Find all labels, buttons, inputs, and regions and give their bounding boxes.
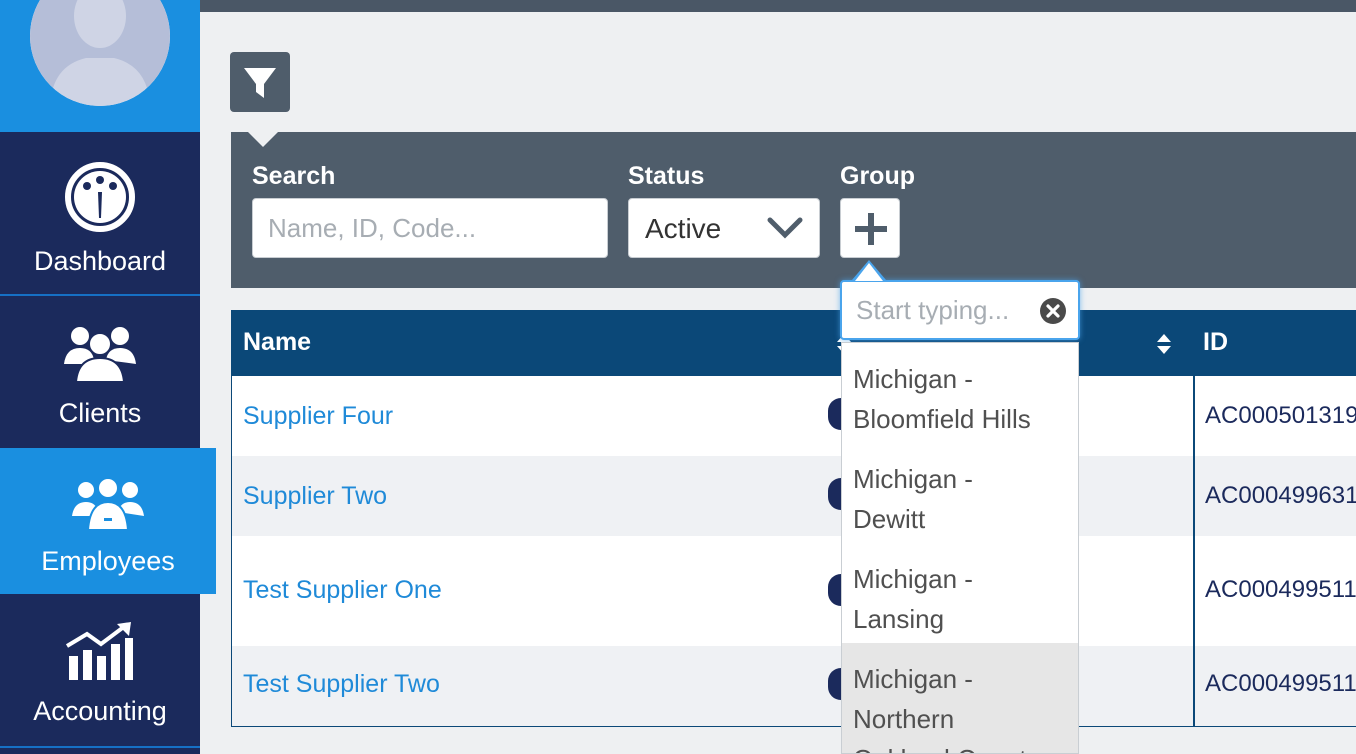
search-input[interactable] xyxy=(252,198,608,258)
group-option[interactable]: Michigan - Lansing xyxy=(842,543,1078,643)
add-group-button[interactable] xyxy=(840,198,900,258)
avatar[interactable] xyxy=(30,0,170,106)
group-label: Group xyxy=(840,162,915,190)
row-id: AC000499511 xyxy=(1205,576,1356,603)
user-silhouette-icon xyxy=(30,0,170,106)
table-row: Supplier Two AC000499631 xyxy=(232,456,1356,536)
option-line: Dewitt xyxy=(853,504,926,534)
table-header: Name ID xyxy=(232,310,1356,376)
group-option[interactable]: Michigan - Bloomfield Hills xyxy=(842,343,1078,443)
group-options-list: Michigan - Bloomfield Hills Michigan - D… xyxy=(841,342,1079,754)
option-line: Oakland County xyxy=(853,739,1078,753)
status-select[interactable]: Active xyxy=(628,198,820,258)
filter-toggle-button[interactable] xyxy=(230,52,290,112)
row-name-link[interactable]: Supplier Four xyxy=(243,402,393,431)
results-table: Name ID Supplier Four AC000501319 Suppli… xyxy=(231,310,1356,727)
row-id: AC000501319 xyxy=(1205,402,1356,429)
sidebar-item-clients[interactable]: Clients xyxy=(0,296,200,446)
funnel-icon xyxy=(244,68,276,98)
table-row: Supplier Four AC000501319 xyxy=(232,376,1356,456)
sidebar-item-dashboard[interactable]: Dashboard xyxy=(0,134,200,294)
profile-area xyxy=(0,0,200,132)
sort-icon[interactable] xyxy=(1156,332,1172,356)
sidebar-item-employees[interactable]: Employees xyxy=(0,448,216,594)
sidebar-item-label: Accounting xyxy=(33,696,167,726)
column-header-id[interactable]: ID xyxy=(1203,328,1228,357)
group-option-highlighted[interactable]: Michigan - Northern Oakland County xyxy=(842,643,1078,753)
row-name-link[interactable]: Test Supplier One xyxy=(243,576,442,605)
row-id: AC000499631 xyxy=(1205,482,1356,509)
option-line: Michigan - xyxy=(853,564,973,594)
employees-team-icon xyxy=(72,477,144,531)
dashboard-gauge-icon xyxy=(65,162,135,232)
group-option[interactable]: Michigan - Dewitt xyxy=(842,443,1078,543)
panel-notch xyxy=(247,131,279,147)
status-value: Active xyxy=(645,213,722,244)
clear-icon[interactable] xyxy=(1039,297,1067,325)
sidebar-item-label: Employees xyxy=(41,546,175,576)
accounting-chart-icon xyxy=(65,622,133,680)
option-line: Northern xyxy=(853,704,955,734)
clients-group-icon xyxy=(64,327,136,382)
top-bar xyxy=(200,0,1356,12)
search-label: Search xyxy=(252,162,336,190)
group-search-box xyxy=(840,280,1080,340)
status-label: Status xyxy=(628,162,705,190)
plus-icon xyxy=(855,213,887,245)
option-line: Michigan - xyxy=(853,664,973,694)
row-id: AC000499511 xyxy=(1205,670,1356,697)
option-line: Lansing xyxy=(853,604,945,634)
option-line: Michigan - xyxy=(853,464,973,494)
row-name-link[interactable]: Test Supplier Two xyxy=(243,670,440,699)
table-row: Test Supplier One AC000499511 xyxy=(232,536,1356,646)
column-divider xyxy=(1193,376,1195,727)
option-line: Michigan - xyxy=(853,364,973,394)
column-header-name[interactable]: Name xyxy=(243,328,311,357)
option-line: Bloomfield Hills xyxy=(853,404,1031,434)
sidebar-item-label: Dashboard xyxy=(33,246,167,276)
dropdown-caret-inner xyxy=(855,263,883,281)
sidebar-item-label: Clients xyxy=(58,398,142,428)
chevron-down-icon xyxy=(767,217,803,239)
divider xyxy=(0,746,200,748)
group-search-input[interactable] xyxy=(856,294,1036,326)
table-row: Test Supplier Two AC000499511 xyxy=(232,646,1356,726)
sidebar: Dashboard Clients Employees Accounting xyxy=(0,0,216,754)
row-name-link[interactable]: Supplier Two xyxy=(243,482,387,511)
sidebar-item-accounting[interactable]: Accounting xyxy=(0,596,200,746)
